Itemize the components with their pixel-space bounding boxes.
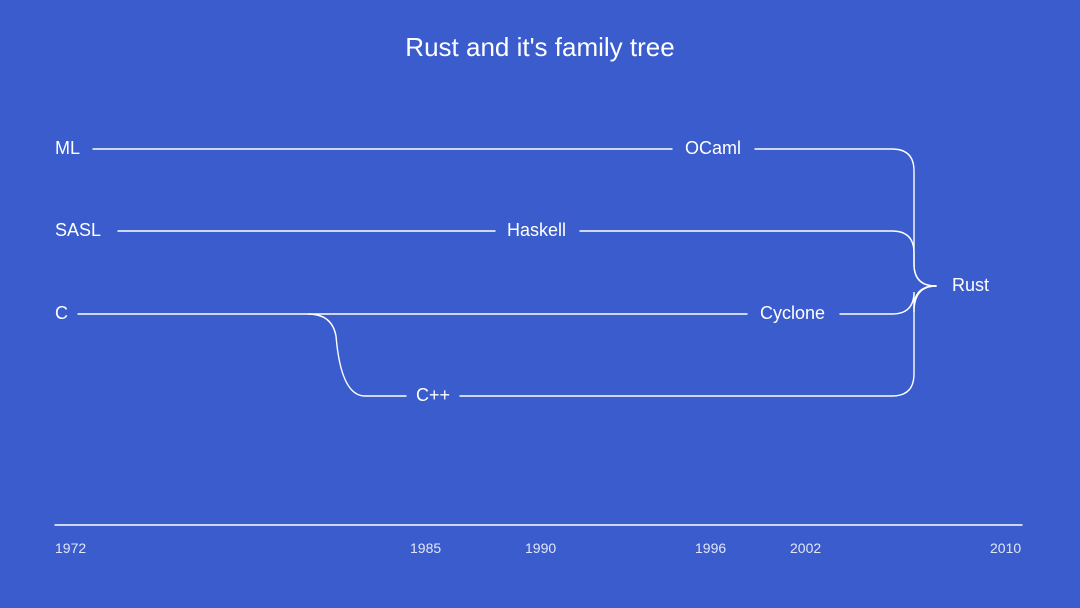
node-haskell: Haskell [507,220,566,241]
year-1996: 1996 [695,540,726,556]
node-cpp: C++ [416,385,450,406]
node-c: C [55,303,68,324]
node-cyclone: Cyclone [760,303,825,324]
year-1990: 1990 [525,540,556,556]
node-rust: Rust [952,275,989,296]
year-2010: 2010 [990,540,1021,556]
connector-lines [0,0,1080,608]
year-2002: 2002 [790,540,821,556]
year-1985: 1985 [410,540,441,556]
node-ocaml: OCaml [685,138,741,159]
node-ml: ML [55,138,80,159]
year-1972: 1972 [55,540,86,556]
node-sasl: SASL [55,220,101,241]
diagram-canvas: ML OCaml SASL Haskell C Cyclone C++ Rust… [0,0,1080,608]
